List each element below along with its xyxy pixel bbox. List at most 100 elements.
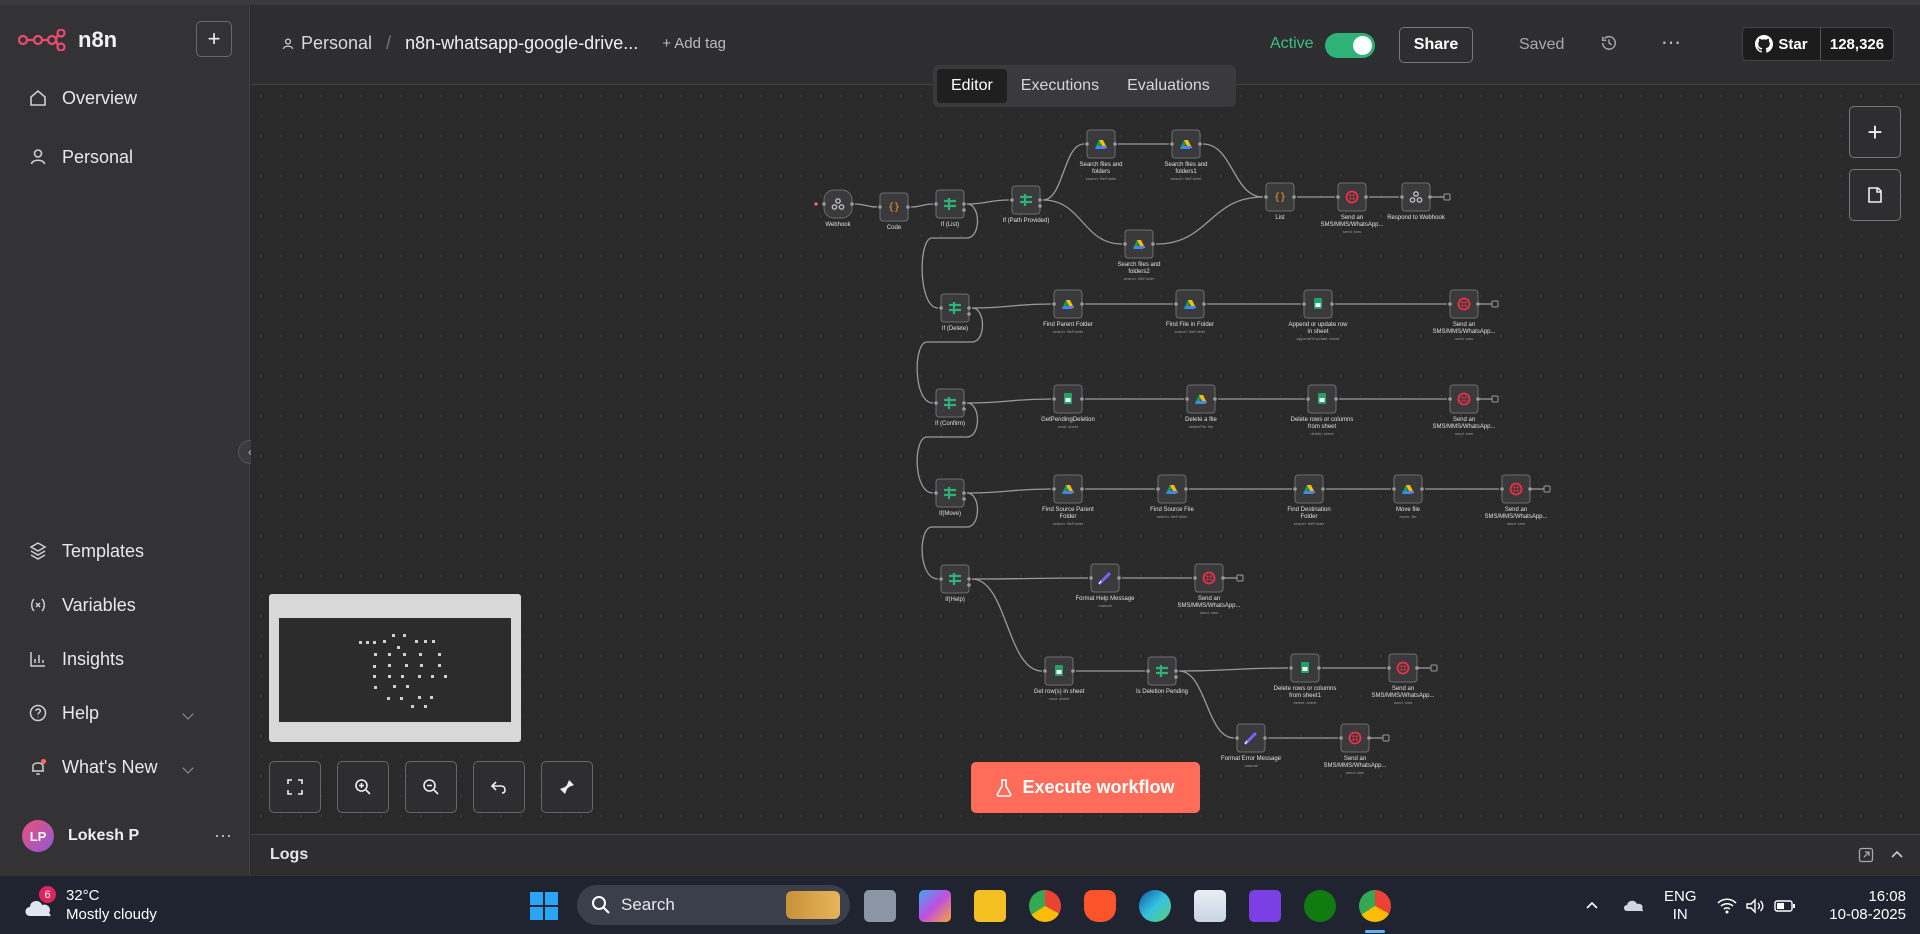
node-output-handle[interactable] — [1080, 302, 1084, 306]
node-output-handle[interactable] — [1151, 242, 1155, 246]
windows-start-icon[interactable] — [528, 890, 560, 922]
add-next-node-handle[interactable] — [1417, 664, 1438, 672]
node-output-handle[interactable] — [1080, 487, 1084, 491]
tab-editor[interactable]: Editor — [937, 69, 1007, 103]
node-input-handle[interactable] — [1387, 666, 1391, 670]
node-output-handle[interactable] — [1198, 142, 1202, 146]
node-input-handle[interactable] — [1448, 397, 1452, 401]
add-next-node-handle[interactable] — [1430, 193, 1451, 201]
workflow-node[interactable]: Respond to Webhook — [1387, 182, 1446, 221]
workflow-node[interactable]: Find Parent Foldersearch: fileFolder — [1043, 289, 1093, 334]
connection-line[interactable] — [1178, 667, 1289, 672]
sidebar-item-insights[interactable]: Insights — [28, 644, 124, 674]
workflow-node[interactable]: Delete a filedeleteFile: file — [1185, 384, 1218, 429]
node-input-handle[interactable] — [1293, 487, 1297, 491]
tab-evaluations[interactable]: Evaluations — [1113, 69, 1224, 103]
add-next-node-handle[interactable] — [1478, 395, 1499, 403]
workflow-node[interactable]: Send anSMS/MMS/WhatsApp...send: sms — [1320, 182, 1384, 234]
reset-zoom-button[interactable] — [473, 761, 525, 813]
node-input-handle[interactable] — [822, 202, 826, 206]
node-output-handle[interactable] — [1117, 576, 1121, 580]
chrome-icon[interactable] — [1029, 890, 1061, 922]
node-input-handle[interactable] — [1193, 576, 1197, 580]
language-indicator[interactable]: ENG IN — [1664, 888, 1697, 924]
node-output-handle[interactable] — [967, 577, 971, 581]
n8n-logo[interactable]: n8n — [18, 20, 117, 60]
node-input-handle[interactable] — [1089, 576, 1093, 580]
workflow-node[interactable]: Send anSMS/MMS/WhatsApp...send: sms — [1371, 653, 1435, 705]
node-input-handle[interactable] — [878, 205, 882, 209]
node-output-handle[interactable] — [906, 205, 910, 209]
node-output-handle[interactable] — [1292, 195, 1296, 199]
workflow-node[interactable]: If (List) — [934, 189, 966, 228]
connection-line[interactable] — [966, 488, 1052, 494]
create-button[interactable]: + — [196, 21, 232, 57]
workflow-node[interactable]: Format Help Messagemanual — [1075, 563, 1135, 608]
zoom-to-fit-button[interactable] — [269, 761, 321, 813]
connection-line[interactable] — [966, 398, 1052, 404]
workflow-node[interactable]: Move filemove: file — [1392, 474, 1424, 519]
tab-executions[interactable]: Executions — [1007, 69, 1113, 103]
node-input-handle[interactable] — [1339, 736, 1343, 740]
workflow-node[interactable]: Search files andfolders1search: fileFold… — [1164, 129, 1208, 181]
node-input-handle[interactable] — [1123, 242, 1127, 246]
history-icon[interactable] — [1600, 34, 1618, 52]
zoom-in-button[interactable] — [337, 761, 389, 813]
node-input-handle[interactable] — [1235, 736, 1239, 740]
popout-icon[interactable] — [1858, 847, 1874, 863]
workflow-node[interactable]: Append or update rowin sheetappendOrUpda… — [1288, 289, 1348, 341]
workflow-node[interactable]: Send anSMS/MMS/WhatsApp...send: sms — [1484, 474, 1548, 526]
proton-icon[interactable] — [1249, 890, 1281, 922]
xbox-icon[interactable] — [1304, 890, 1336, 922]
node-input-handle[interactable] — [934, 401, 938, 405]
chevron-up-icon[interactable] — [1890, 848, 1904, 862]
node-input-handle[interactable] — [1146, 669, 1150, 673]
connection-line[interactable] — [1155, 196, 1264, 245]
workflow-node[interactable]: Search files andfolders2search: fileFold… — [1117, 229, 1161, 281]
workflow-node[interactable]: Get row(s) in sheetread: sheet — [1034, 656, 1085, 701]
sidebar-item-templates[interactable]: Templates — [28, 536, 144, 566]
node-output-handle[interactable] — [1038, 204, 1042, 208]
add-node-button[interactable]: + — [1849, 106, 1901, 158]
workflow-node[interactable]: Is Deletion Pending — [1136, 656, 1188, 695]
volume-icon[interactable] — [1745, 898, 1765, 914]
workflow-node[interactable]: Find File in Foldersearch: fileFolder — [1166, 289, 1214, 334]
store-icon[interactable] — [1194, 890, 1226, 922]
connection-line[interactable] — [1042, 199, 1123, 245]
weather-widget[interactable]: 6 32°C Mostly cloudy — [22, 886, 157, 924]
sidebar-item-help[interactable]: Help — [28, 698, 218, 728]
connection-line[interactable] — [910, 203, 934, 208]
node-input-handle[interactable] — [1156, 487, 1160, 491]
task-view-icon[interactable] — [864, 890, 896, 922]
sidebar-item-whats-new[interactable]: What's New — [28, 752, 218, 782]
node-output-handle[interactable] — [1330, 302, 1334, 306]
node-output-handle[interactable] — [1080, 397, 1084, 401]
workflow-node[interactable]: If (Delete) — [939, 293, 971, 332]
connection-line[interactable] — [1042, 143, 1085, 201]
workflow-node[interactable]: Delete rows or columnsfrom sheetdelete: … — [1291, 384, 1354, 436]
node-input-handle[interactable] — [1448, 302, 1452, 306]
workflow-node[interactable]: Find DestinationFoldersearch: fileFolder — [1287, 474, 1331, 526]
node-input-handle[interactable] — [1500, 487, 1504, 491]
user-more-button[interactable]: ⋯ — [214, 826, 232, 847]
workflow-node[interactable]: If(Help) — [939, 564, 971, 603]
node-output-handle[interactable] — [1263, 736, 1267, 740]
sidebar-item-overview[interactable]: Overview — [28, 83, 137, 113]
node-output-handle[interactable] — [962, 208, 966, 212]
brave-icon[interactable] — [1084, 890, 1116, 922]
workflow-name[interactable]: n8n-whatsapp-google-drive... — [405, 33, 638, 54]
connection-line[interactable] — [971, 303, 1052, 309]
tidy-up-button[interactable] — [541, 761, 593, 813]
node-output-handle[interactable] — [967, 306, 971, 310]
zoom-out-button[interactable] — [405, 761, 457, 813]
sidebar-item-variables[interactable]: Variables — [28, 590, 136, 620]
connection-line[interactable] — [971, 577, 1089, 580]
node-input-handle[interactable] — [1302, 302, 1306, 306]
workflow-node[interactable]: Format Error Messagemanual — [1221, 723, 1282, 768]
node-input-handle[interactable] — [1043, 669, 1047, 673]
onedrive-icon[interactable] — [1622, 896, 1646, 914]
sidebar-item-personal[interactable]: Personal — [28, 142, 133, 172]
workflow-node[interactable]: If (Path Provided) — [1003, 185, 1050, 224]
node-output-handle[interactable] — [967, 312, 971, 316]
node-output-handle[interactable] — [850, 202, 854, 206]
